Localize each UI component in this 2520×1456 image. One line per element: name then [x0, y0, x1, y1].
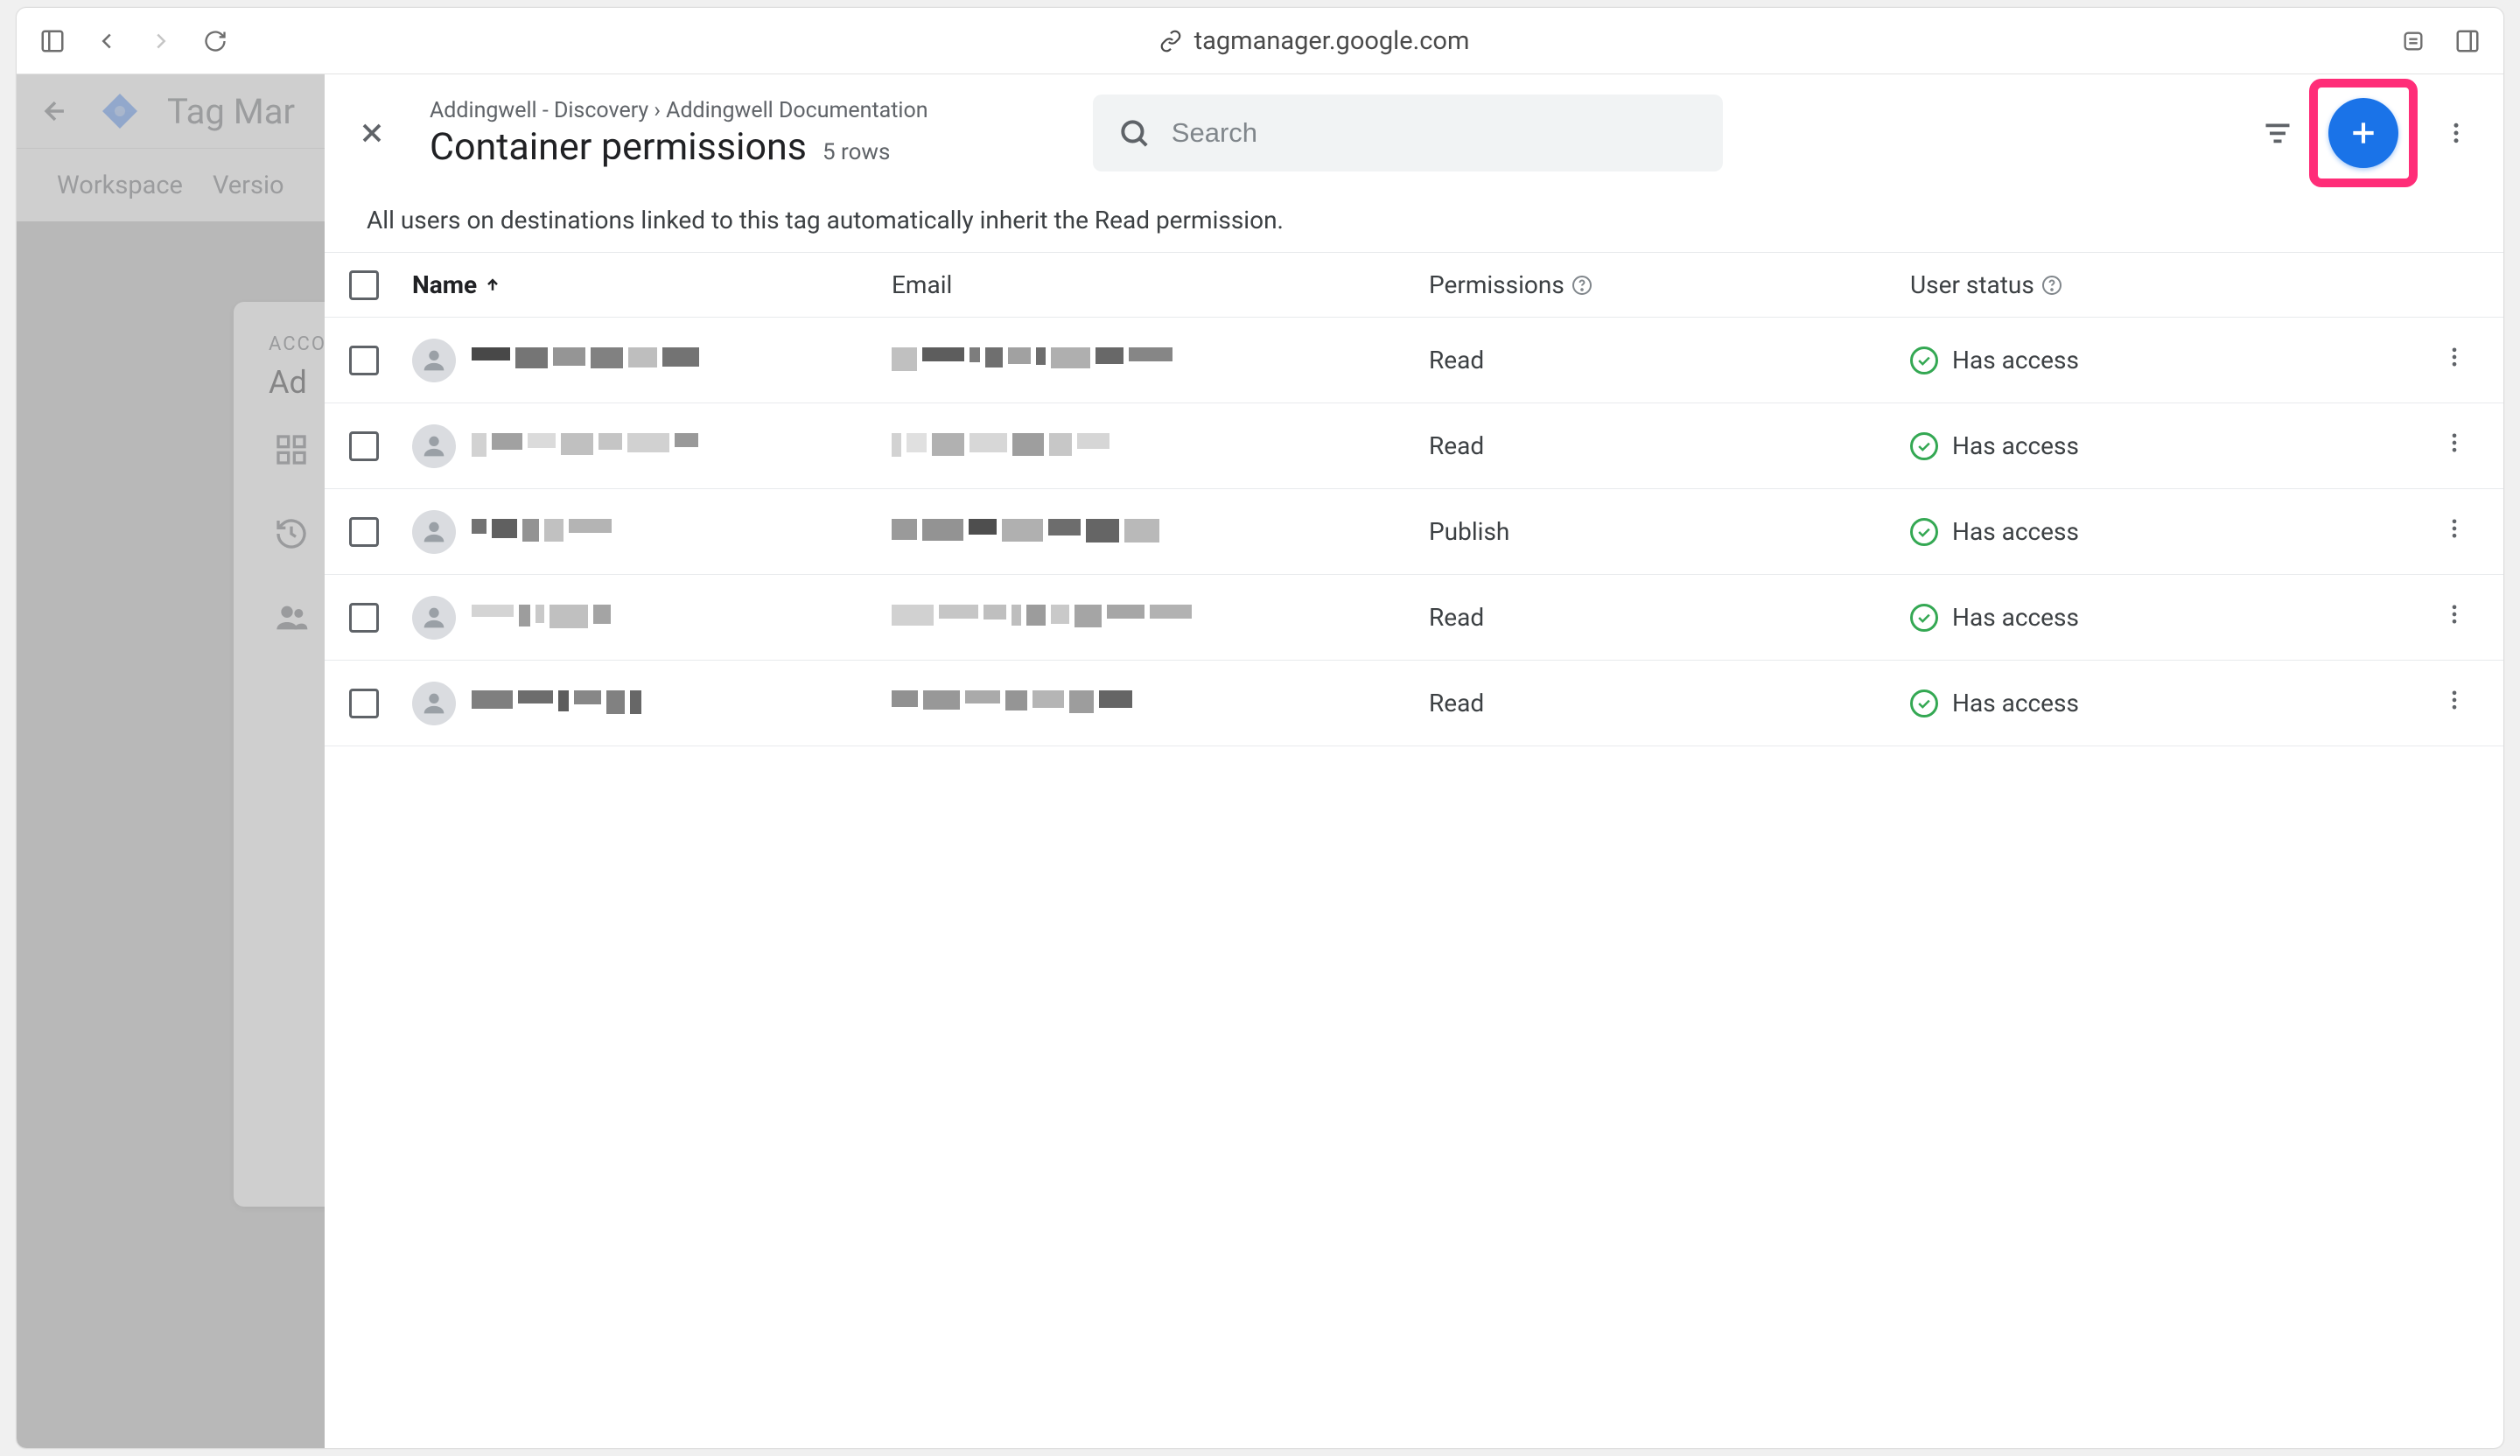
add-user-button[interactable]: [2328, 98, 2398, 168]
grid-icon: [274, 432, 309, 467]
permission-cell: Read: [1429, 431, 1910, 460]
history-icon: [274, 516, 309, 551]
table-row: Read Has access: [325, 575, 2503, 661]
permission-cell: Read: [1429, 603, 1910, 632]
container-permissions-panel: Addingwell - Discovery › Addingwell Docu…: [325, 74, 2503, 1448]
filter-button[interactable]: [2255, 110, 2300, 156]
row-checkbox[interactable]: [349, 603, 379, 633]
site-settings-icon: [1159, 30, 1182, 52]
redacted-name: [472, 433, 699, 459]
address-bar[interactable]: tagmanager.google.com: [255, 26, 2374, 56]
redacted-email: [892, 519, 1312, 545]
info-text: All users on destinations linked to this…: [325, 192, 2503, 253]
extension-icon[interactable]: [2398, 26, 2428, 56]
redacted-email: [892, 433, 1312, 459]
add-button-highlight: [2309, 79, 2418, 187]
bg-back-icon: [38, 96, 73, 126]
header-actions: [2255, 79, 2479, 187]
redacted-email: [892, 347, 1312, 374]
th-email[interactable]: Email: [892, 270, 1429, 299]
avatar: [412, 424, 456, 468]
permissions-table: Name Email Permissions User status Read H…: [325, 253, 2503, 746]
search-input[interactable]: [1172, 117, 1698, 149]
th-perm-label: Permissions: [1429, 270, 1564, 299]
th-name[interactable]: Name: [412, 270, 892, 299]
redacted-name: [472, 690, 699, 717]
redacted-name: [472, 519, 699, 545]
permission-cell: Read: [1429, 346, 1910, 374]
row-more-button[interactable]: [2442, 688, 2467, 718]
table-header: Name Email Permissions User status: [325, 253, 2503, 318]
reload-icon[interactable]: [200, 26, 230, 56]
redacted-name: [472, 605, 699, 631]
table-row: Publish Has access: [325, 489, 2503, 575]
redacted-email: [892, 605, 1312, 631]
status-text: Has access: [1952, 346, 2079, 374]
header-titles: Addingwell - Discovery › Addingwell Docu…: [430, 98, 928, 169]
back-icon[interactable]: [92, 26, 122, 56]
row-checkbox[interactable]: [349, 517, 379, 547]
avatar: [412, 510, 456, 554]
search-box[interactable]: [1093, 94, 1723, 172]
table-row: Read Has access: [325, 403, 2503, 489]
row-more-button[interactable]: [2442, 430, 2467, 461]
permission-cell: Read: [1429, 689, 1910, 718]
row-checkbox[interactable]: [349, 689, 379, 718]
close-button[interactable]: [349, 110, 395, 156]
forward-icon: [146, 26, 176, 56]
avatar: [412, 339, 456, 382]
help-icon[interactable]: [1572, 275, 1592, 296]
th-name-label: Name: [412, 270, 477, 299]
sidebar-toggle-icon[interactable]: [38, 26, 67, 56]
row-more-button[interactable]: [2442, 516, 2467, 547]
row-checkbox[interactable]: [349, 431, 379, 461]
status-ok-icon: [1910, 432, 1938, 460]
status-text: Has access: [1952, 603, 2079, 632]
status-ok-icon: [1910, 346, 1938, 374]
people-icon: [274, 600, 309, 635]
status-ok-icon: [1910, 690, 1938, 718]
gtm-logo-icon: [99, 90, 141, 132]
status-ok-icon: [1910, 518, 1938, 546]
th-user-status[interactable]: User status: [1910, 270, 2430, 299]
th-status-label: User status: [1910, 270, 2034, 299]
permission-cell: Publish: [1429, 517, 1910, 546]
panel-title: Container permissions: [430, 125, 807, 169]
redacted-name: [472, 347, 699, 374]
th-email-label: Email: [892, 270, 952, 299]
redacted-email: [892, 690, 1312, 717]
window-frame: tagmanager.google.com Tag Mar Workspace …: [16, 7, 2504, 1449]
panel-toggle-icon[interactable]: [2453, 26, 2482, 56]
status-text: Has access: [1952, 517, 2079, 546]
status-ok-icon: [1910, 604, 1938, 632]
select-all-checkbox[interactable]: [349, 270, 379, 300]
url-text: tagmanager.google.com: [1194, 26, 1470, 56]
breadcrumb: Addingwell - Discovery › Addingwell Docu…: [430, 98, 928, 123]
row-more-button[interactable]: [2442, 345, 2467, 375]
panel-header: Addingwell - Discovery › Addingwell Docu…: [325, 74, 2503, 192]
table-row: Read Has access: [325, 318, 2503, 403]
status-text: Has access: [1952, 689, 2079, 718]
bg-tab-versions: Versio: [213, 171, 284, 200]
search-icon: [1117, 116, 1151, 150]
bg-app-title: Tag Mar: [167, 91, 295, 132]
help-icon[interactable]: [2041, 275, 2062, 296]
row-checkbox[interactable]: [349, 346, 379, 375]
th-select-all: [349, 270, 412, 300]
bg-tab-workspace: Workspace: [57, 171, 183, 200]
panel-more-button[interactable]: [2433, 110, 2479, 156]
table-row: Read Has access: [325, 661, 2503, 746]
th-permissions[interactable]: Permissions: [1429, 270, 1910, 299]
avatar: [412, 596, 456, 640]
row-count: 5 rows: [822, 139, 890, 165]
browser-toolbar: tagmanager.google.com: [17, 8, 2503, 74]
sort-asc-icon: [484, 276, 501, 294]
status-text: Has access: [1952, 431, 2079, 460]
row-more-button[interactable]: [2442, 602, 2467, 633]
avatar: [412, 682, 456, 725]
